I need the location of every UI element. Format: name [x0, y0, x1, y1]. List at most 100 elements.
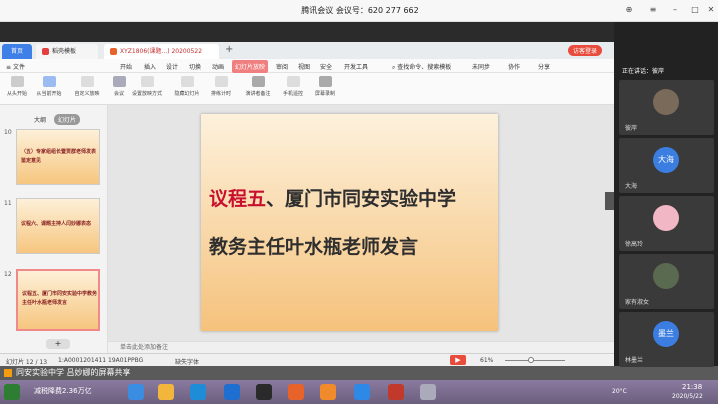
page-indicator: 幻灯片 12 / 13 [6, 359, 48, 366]
play-slideshow-button[interactable]: ▶ [450, 355, 466, 365]
weather: 20°C [612, 388, 627, 395]
slide-number: 10 [4, 129, 12, 136]
tab-daoke[interactable]: 稻壳模板 [36, 44, 98, 59]
share-icon [4, 368, 12, 377]
participant-card[interactable]: 大海 大海 [619, 138, 714, 193]
taskbar-folder-icon[interactable] [158, 384, 174, 400]
taskbar-mic-icon[interactable] [388, 384, 404, 400]
wps-tab-bar: 首页 稻壳模板 XYZ1806(课题...) 20200522 + 访客登录 [0, 42, 614, 59]
clock-time: 21:38 [682, 383, 703, 391]
participant-name: 林墨兰 [625, 357, 644, 364]
tool-label: 从头开始 [6, 91, 27, 97]
daoke-icon [42, 48, 49, 55]
slide-thumbnail[interactable]: （五）专家组组长暨贾群老师发表鉴定意见 [16, 129, 100, 185]
meeting-title: 腾讯会议 会议号：620 277 662 [301, 6, 419, 15]
zoom-level: 61% [480, 357, 494, 364]
share-button[interactable]: 分享 [538, 62, 550, 71]
taskbar-meeting-icon[interactable] [354, 384, 370, 400]
missing-font[interactable]: 缺失字体 [175, 357, 199, 366]
tab-document-label: XYZ1806(课题...) 20200522 [120, 48, 203, 55]
meeting-icon [112, 76, 126, 87]
participant-name: 家有淑女 [625, 299, 650, 306]
meeting-title-bar: 腾讯会议 会议号：620 277 662 ⊕ ≡ – □ ✕ [0, 0, 718, 22]
avatar: 墨兰 [653, 321, 679, 347]
start-icon[interactable] [4, 384, 20, 400]
participant-card[interactable]: 墨兰林墨兰 [619, 312, 714, 367]
tab-document[interactable]: XYZ1806(课题...) 20200522 [104, 44, 219, 59]
taskbar-app-icon[interactable] [288, 384, 304, 400]
tool-label: 从当前开始 [36, 91, 62, 97]
menu-devtools[interactable]: 开发工具 [344, 62, 368, 71]
menu-icon[interactable]: ≡ [648, 5, 658, 15]
tool-setup-show[interactable]: 设置放映方式 [128, 73, 166, 105]
tool-rehearse[interactable]: 排练计时 [206, 73, 236, 105]
slide-number: 11 [4, 200, 12, 207]
slide-line1: 议程五、厦门市同安实验中学 [209, 184, 456, 211]
tool-from-current[interactable]: 从当前开始 [34, 73, 64, 105]
current-slide[interactable]: 议程五、厦门市同安实验中学 教务主任叶水瓶老师发言 [201, 114, 498, 331]
slide-thumbnail[interactable]: 议程六、课题主持人闫妙娜表态 [16, 198, 100, 254]
ribbon-menu: ≡ 文件 开始 插入 设计 切换 动画 幻灯片放映 审阅 视图 安全 开发工具 … [0, 59, 614, 73]
setup-icon [140, 76, 154, 87]
tab-slides[interactable]: 幻灯片 [54, 114, 81, 125]
menu-start[interactable]: 开始 [120, 62, 132, 71]
side-collapse-handle[interactable] [605, 192, 614, 210]
menu-icon-file[interactable]: ≡ 文件 [6, 62, 25, 71]
play-current-icon [42, 76, 56, 87]
screen-share-banner: 同安实验中学 吕妙娜的屏幕共享 [0, 366, 718, 380]
menu-view[interactable]: 视图 [298, 62, 310, 71]
menu-transition[interactable]: 切换 [189, 62, 201, 71]
slide-line1-rest: 、厦门市同安实验中学 [266, 188, 457, 210]
participant-name: 彼岸 [625, 125, 638, 132]
slide-line2: 教务主任叶水瓶老师发言 [209, 236, 419, 258]
participant-card[interactable]: 家有淑女 [619, 254, 714, 309]
ribbon-toolbar: 从头开始 从当前开始 自定义放映 会议 设置放映方式 隐藏幻灯片 排练计时 演讲… [0, 73, 614, 105]
menu-security[interactable]: 安全 [320, 62, 332, 71]
hide-icon [180, 76, 194, 87]
tool-speaker-notes[interactable]: 演讲者备注 [240, 73, 276, 105]
taskbar-app-icon[interactable] [420, 384, 436, 400]
tool-label: 隐藏幻灯片 [174, 91, 200, 97]
menu-insert[interactable]: 插入 [144, 62, 156, 71]
zoom-slider[interactable] [505, 360, 565, 361]
taskbar-app-icon[interactable] [224, 384, 240, 400]
notes-area[interactable]: 单击此处添加备注 [108, 341, 614, 353]
menu-animation[interactable]: 动画 [212, 62, 224, 71]
tab-home[interactable]: 首页 [2, 44, 32, 59]
ppt-icon [110, 48, 117, 55]
collab-button[interactable]: 协作 [508, 62, 520, 71]
taskbar-wps-icon[interactable] [320, 384, 336, 400]
tool-screen-record[interactable]: 屏幕录制 [310, 73, 340, 105]
meeting-spacer [0, 22, 614, 42]
close-icon[interactable]: ✕ [706, 5, 716, 15]
participant-card[interactable]: 徐高玲 [619, 196, 714, 251]
zoom-slider-handle[interactable] [528, 357, 534, 363]
news-ticker[interactable]: 减税降费2.36万亿 [34, 386, 92, 396]
add-slide-button[interactable]: + [46, 339, 70, 349]
speaking-indicator: 正在讲话：彼岸 [622, 68, 665, 75]
tool-custom-show[interactable]: 自定义放映 [72, 73, 102, 105]
menu-design[interactable]: 设计 [166, 62, 178, 71]
notes-icon [251, 76, 265, 87]
tab-outline[interactable]: 大纲 [34, 115, 46, 124]
maximize-icon[interactable]: □ [690, 5, 700, 15]
share-banner-text: 同安实验中学 吕妙娜的屏幕共享 [16, 368, 131, 377]
sync-status[interactable]: 未同步 [472, 62, 490, 71]
menu-slideshow[interactable]: 幻灯片放映 [232, 60, 269, 73]
tool-phone-remote[interactable]: 手机遥控 [278, 73, 308, 105]
menu-review[interactable]: 审阅 [276, 62, 288, 71]
tool-from-start[interactable]: 从头开始 [2, 73, 32, 105]
tool-hide-slide[interactable]: 隐藏幻灯片 [168, 73, 206, 105]
participant-card[interactable]: 彼岸 [619, 80, 714, 135]
taskbar-ie-icon[interactable] [190, 384, 206, 400]
taskbar-app-icon[interactable] [128, 384, 144, 400]
pin-icon[interactable]: ⊕ [624, 5, 634, 15]
minimize-icon[interactable]: – [670, 5, 680, 15]
tool-label: 排练计时 [210, 91, 231, 97]
taskbar-app-icon[interactable] [256, 384, 272, 400]
search-box[interactable]: ⌕ 查找命令、搜索模板 [392, 62, 451, 72]
new-tab-icon[interactable]: + [225, 44, 233, 55]
tool-label: 演讲者备注 [245, 91, 271, 97]
slide-thumbnail-selected[interactable]: 议程五、厦门市同安实验中学教务主任叶水瓶老师发言 [16, 269, 100, 331]
login-button[interactable]: 访客登录 [568, 45, 603, 56]
